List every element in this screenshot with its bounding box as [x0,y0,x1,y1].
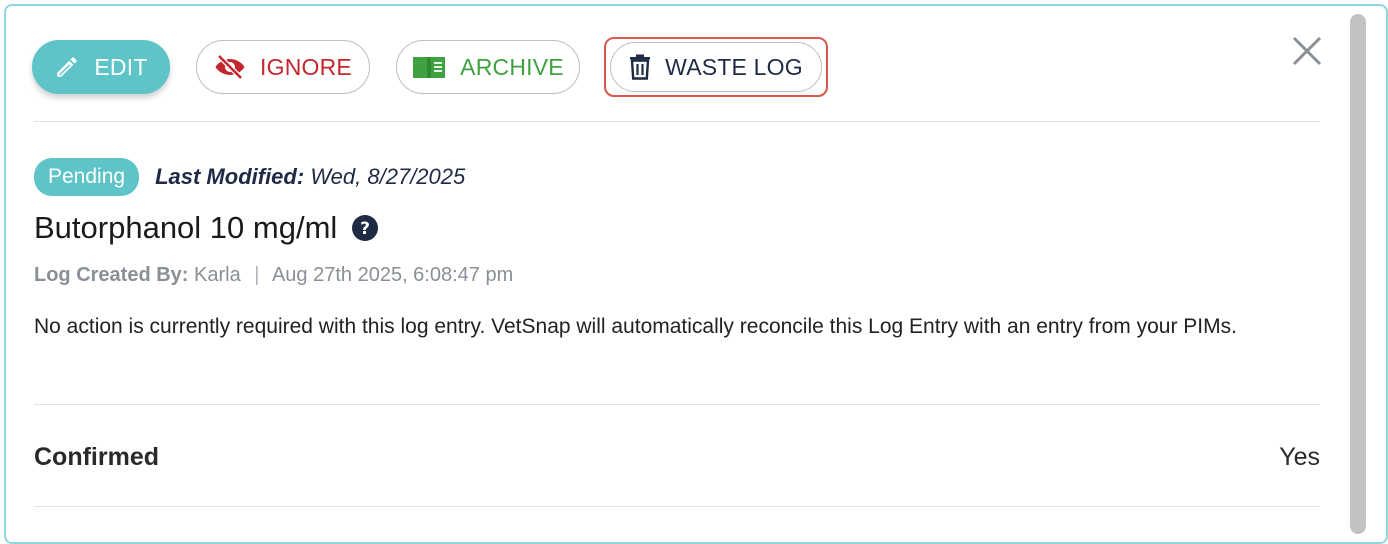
created-by-line: Log Created By: Karla | Aug 27th 2025, 6… [34,264,513,287]
confirmed-label: Confirmed [34,443,159,471]
ignore-button[interactable]: IGNORE [196,40,370,94]
confirmed-row: Confirmed Yes [34,443,1320,472]
status-badge: Pending [34,158,140,196]
created-at: Aug 27th 2025, 6:08:47 pm [271,264,514,286]
item-title-row: Butorphanol 10 mg/ml ? [34,210,379,246]
svg-text:?: ? [360,219,370,239]
archive-button-label: ARCHIVE [460,53,564,80]
edit-button[interactable]: EDIT [32,40,170,94]
eye-slash-icon [214,54,246,80]
scrollbar[interactable] [1350,14,1366,534]
created-by-label: Log Created By: [34,264,189,286]
toolbar-divider [34,121,1320,122]
confirmed-value: Yes [1279,443,1320,471]
action-toolbar: EDIT IGNORE ARCHIVE WASTE LOG [32,37,828,97]
info-message: No action is currently required with thi… [34,315,1237,338]
edit-button-label: EDIT [94,53,148,80]
page-title: Butorphanol 10 mg/ml [34,210,338,245]
ignore-button-label: IGNORE [260,53,352,80]
question-circle-icon[interactable]: ? [351,214,379,242]
log-entry-panel: EDIT IGNORE ARCHIVE WASTE LOG Pending La… [4,4,1388,544]
confirmed-divider [34,506,1320,507]
last-modified: Last Modified: Wed, 8/27/2025 [155,164,465,190]
close-icon[interactable] [1290,34,1324,68]
waste-log-button[interactable]: WASTE LOG [610,42,822,92]
last-modified-value: Wed, 8/27/2025 [310,164,466,189]
created-separator: | [254,264,260,286]
status-row: Pending Last Modified: Wed, 8/27/2025 [34,158,465,196]
waste-log-highlight: WASTE LOG [604,37,828,97]
pencil-icon [54,54,80,80]
trash-icon [629,54,651,80]
open-book-icon [412,54,446,80]
last-modified-label: Last Modified: [155,164,305,189]
waste-log-button-label: WASTE LOG [665,53,803,80]
created-by-name: Karla [194,264,241,286]
archive-button[interactable]: ARCHIVE [396,40,580,94]
message-divider [34,404,1320,405]
